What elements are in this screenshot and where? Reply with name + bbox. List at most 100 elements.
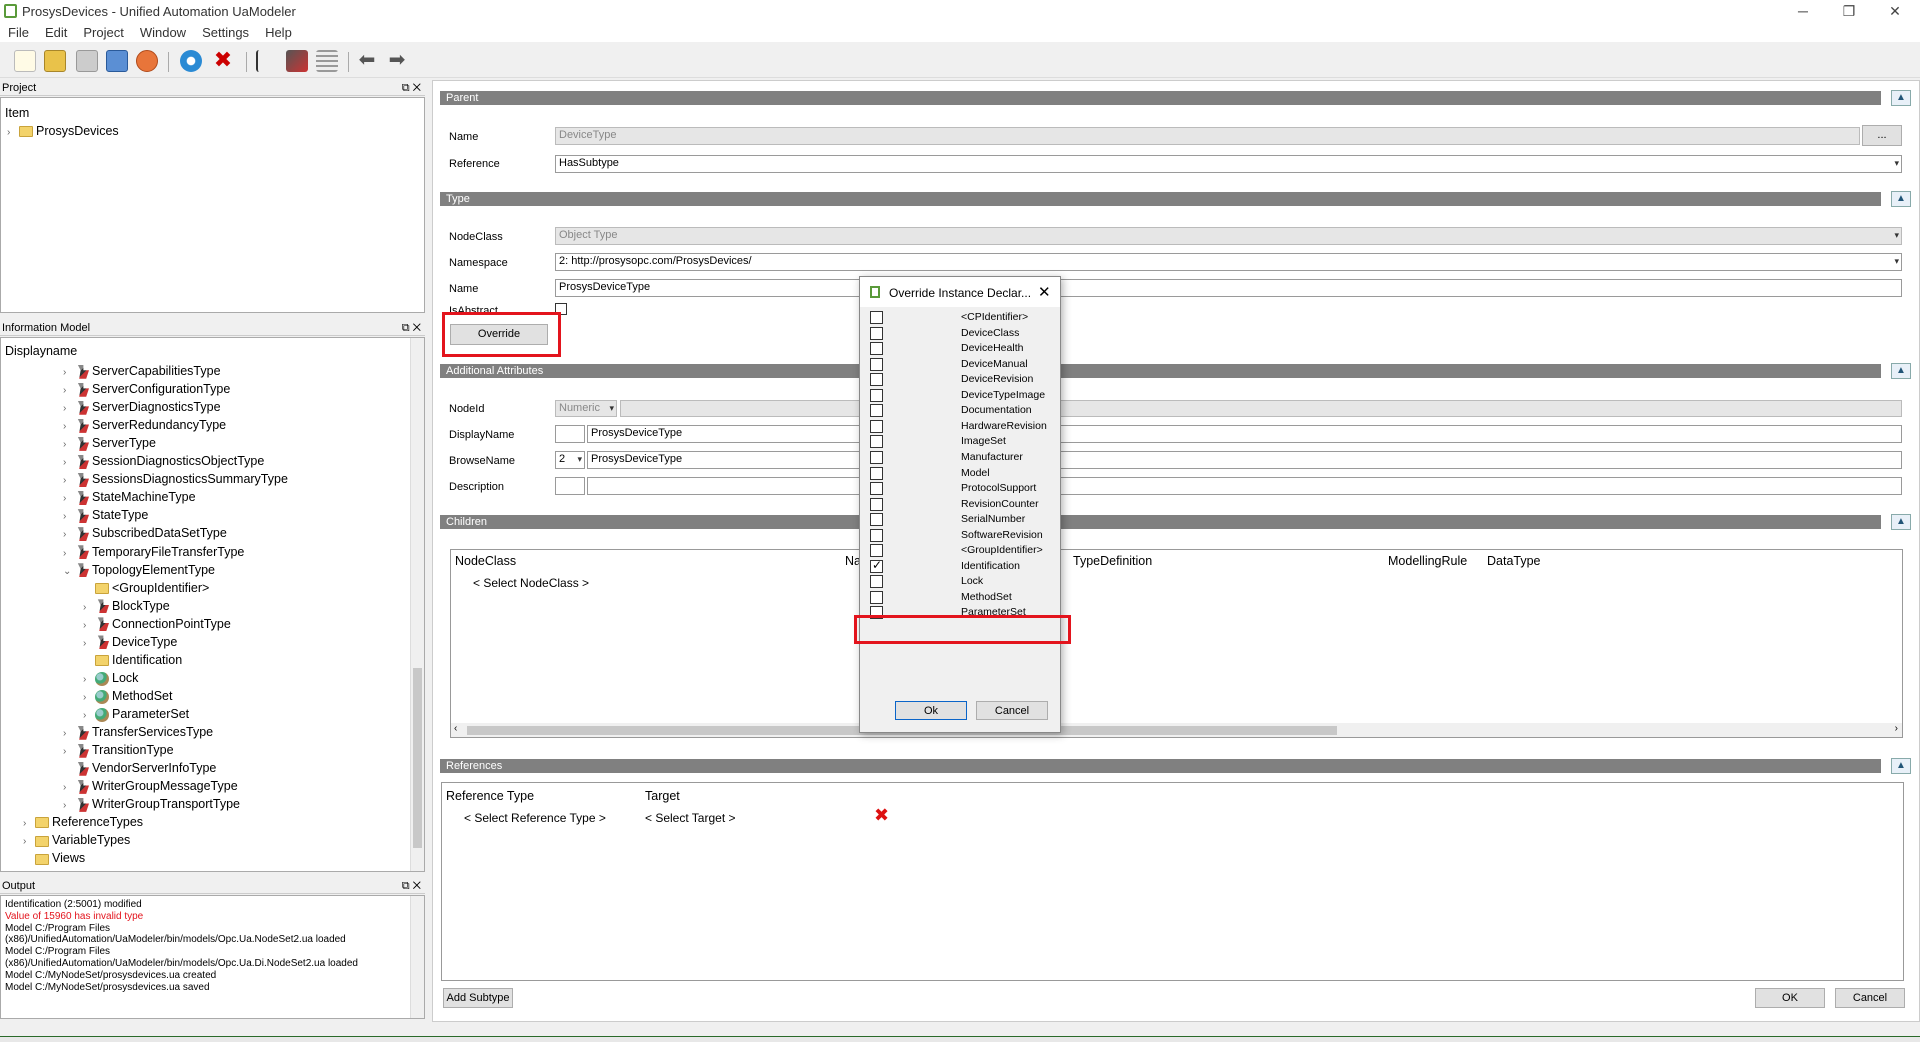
close-window-button[interactable]: ✕	[1872, 0, 1918, 22]
tree-item[interactable]: › DeviceType	[1, 632, 411, 651]
forward-arrow-icon[interactable]: ➡	[386, 50, 408, 72]
tree-item[interactable]: › VariableTypes	[23, 831, 130, 849]
description-locale-field[interactable]	[555, 477, 585, 495]
children-table[interactable]: NodeClass Na TypeDefinition ModellingRul…	[450, 549, 1903, 738]
children-hscrollbar[interactable]: ‹ ›	[451, 723, 1902, 737]
tree-item[interactable]: › TemporaryFileTransferType	[63, 543, 244, 561]
override-checkbox[interactable]	[870, 513, 883, 527]
panel-float-close-icons[interactable]: ⧉ ✕	[402, 320, 421, 336]
minimize-button[interactable]: ─	[1780, 0, 1826, 22]
dialog-ok-button[interactable]: Ok	[895, 701, 967, 720]
collapse-up-icon[interactable]: ▲	[1891, 90, 1911, 106]
add-subtype-button[interactable]: Add Subtype	[443, 988, 513, 1008]
ref-col-type[interactable]: Reference Type	[446, 789, 534, 803]
panel-float-close-icons[interactable]: ⧉ ✕	[402, 878, 421, 894]
collapse-up-icon[interactable]: ▲	[1891, 514, 1911, 530]
namespace-select[interactable]: 2: http://prosysopc.com/ProsysDevices/▾	[555, 253, 1902, 271]
expand-arrow-icon[interactable]: ›	[7, 124, 19, 142]
output-scrollbar[interactable]	[410, 896, 424, 1018]
override-checkbox[interactable]	[870, 544, 883, 558]
tree-item[interactable]: › ReferenceTypes	[23, 813, 143, 831]
info-tree-scrollbar[interactable]	[410, 338, 424, 871]
new-file-icon[interactable]	[14, 50, 36, 72]
override-checkbox[interactable]	[870, 326, 883, 340]
tree-item[interactable]: › ServerCapabilitiesType	[63, 362, 221, 380]
reference-select[interactable]: HasSubtype ▾	[555, 155, 1902, 173]
tree-item[interactable]: › TransitionType	[63, 741, 174, 759]
override-checkbox[interactable]	[870, 311, 883, 324]
scroll-right-icon[interactable]: ›	[1895, 723, 1898, 734]
override-checkbox[interactable]	[870, 388, 883, 402]
tree-structure-icon[interactable]	[256, 50, 278, 72]
menu-settings[interactable]: Settings	[194, 22, 257, 43]
collapse-up-icon[interactable]: ▲	[1891, 363, 1911, 379]
type-icon[interactable]	[286, 50, 308, 72]
tree-item[interactable]: › MethodSet	[83, 687, 172, 705]
collapse-up-icon[interactable]: ▲	[1891, 191, 1911, 207]
select-reference-type-cell[interactable]: < Select Reference Type >	[464, 811, 606, 825]
override-checkbox[interactable]	[870, 482, 883, 496]
select-nodeclass-cell[interactable]: < Select NodeClass >	[473, 576, 589, 590]
children-col-modellingrule[interactable]: ModellingRule	[1388, 554, 1467, 568]
override-checkbox[interactable]	[870, 419, 883, 433]
tree-item[interactable]: › Lock	[83, 669, 138, 687]
information-model-tree[interactable]: Displayname › ServerCapabilitiesType › Serv…	[0, 337, 425, 872]
settings-gear-icon[interactable]	[180, 50, 202, 72]
dialog-cancel-button[interactable]: Cancel	[976, 701, 1048, 720]
children-col-typedefinition[interactable]: TypeDefinition	[1073, 554, 1152, 568]
tree-item[interactable]: Identification	[83, 651, 182, 669]
power-icon[interactable]	[136, 50, 158, 72]
collapse-arrow-icon[interactable]: ⌄	[63, 563, 75, 581]
tree-item[interactable]: › ParameterSet	[83, 705, 189, 723]
tree-item[interactable]: ⌄ TopologyElementType	[63, 561, 215, 579]
menu-file[interactable]: File	[0, 22, 37, 43]
override-checkbox[interactable]	[870, 466, 883, 480]
scroll-left-icon[interactable]: ‹	[454, 723, 457, 734]
collapse-up-icon[interactable]: ▲	[1891, 758, 1911, 774]
tree-item[interactable]: VendorServerInfoType	[63, 759, 216, 777]
restore-button[interactable]: ❐	[1826, 0, 1872, 22]
edit-icon[interactable]	[106, 50, 128, 72]
tree-item[interactable]: › WriterGroupMessageType	[63, 777, 238, 795]
tree-item[interactable]: › SessionDiagnosticsObjectType	[63, 452, 264, 470]
override-checkbox[interactable]	[870, 450, 883, 464]
override-checkbox[interactable]	[870, 528, 883, 542]
references-table[interactable]: Reference Type Target < Select Reference…	[441, 782, 1904, 981]
menu-help[interactable]: Help	[257, 22, 300, 43]
menu-edit[interactable]: Edit	[37, 22, 75, 43]
override-checkbox[interactable]	[870, 435, 883, 449]
override-checkbox[interactable]	[870, 342, 883, 356]
override-checkbox[interactable]	[870, 497, 883, 511]
menu-project[interactable]: Project	[75, 22, 131, 43]
displayname-locale-field[interactable]	[555, 425, 585, 443]
tree-item[interactable]: › ServerConfigurationType	[63, 380, 230, 398]
browse-parent-button[interactable]: ...	[1862, 125, 1902, 146]
tree-item[interactable]: Views	[23, 849, 85, 867]
ref-col-target[interactable]: Target	[645, 789, 680, 803]
dialog-close-icon[interactable]: ✕	[1038, 283, 1051, 301]
override-checkbox[interactable]	[870, 590, 883, 604]
override-checkbox[interactable]	[870, 404, 883, 418]
cancel-button[interactable]: Cancel	[1835, 988, 1905, 1008]
tree-item[interactable]: › BlockType	[83, 597, 170, 615]
browsename-field[interactable]: ProsysDeviceType	[587, 451, 1902, 469]
project-tree[interactable]: Item › ProsysDevices	[0, 97, 425, 313]
delete-reference-icon[interactable]: ✖	[874, 805, 889, 826]
children-col-nodeclass[interactable]: NodeClass	[455, 554, 516, 568]
tree-item[interactable]: › SubscribedDataSetType	[63, 524, 227, 542]
type-name-field[interactable]: ProsysDeviceType	[555, 279, 1902, 297]
children-col-datatype[interactable]: DataType	[1487, 554, 1541, 568]
select-target-cell[interactable]: < Select Target >	[645, 811, 736, 825]
tree-item[interactable]: › ConnectionPointType	[83, 615, 231, 633]
menu-window[interactable]: Window	[132, 22, 194, 43]
override-checkbox[interactable]	[870, 373, 883, 387]
tree-item[interactable]: › StateType	[63, 506, 148, 524]
tree-item[interactable]: › WriterGroupTransportType	[63, 795, 240, 813]
tree-item[interactable]: › ServerType	[63, 434, 156, 452]
override-checkbox[interactable]	[870, 357, 883, 371]
tree-item[interactable]: › ServerRedundancyType	[63, 416, 226, 434]
displayname-field[interactable]: ProsysDeviceType	[587, 425, 1902, 443]
open-folder-icon[interactable]	[44, 50, 66, 72]
tree-item[interactable]: › ServerDiagnosticsType	[63, 398, 221, 416]
tree-item[interactable]: › StateMachineType	[63, 488, 196, 506]
